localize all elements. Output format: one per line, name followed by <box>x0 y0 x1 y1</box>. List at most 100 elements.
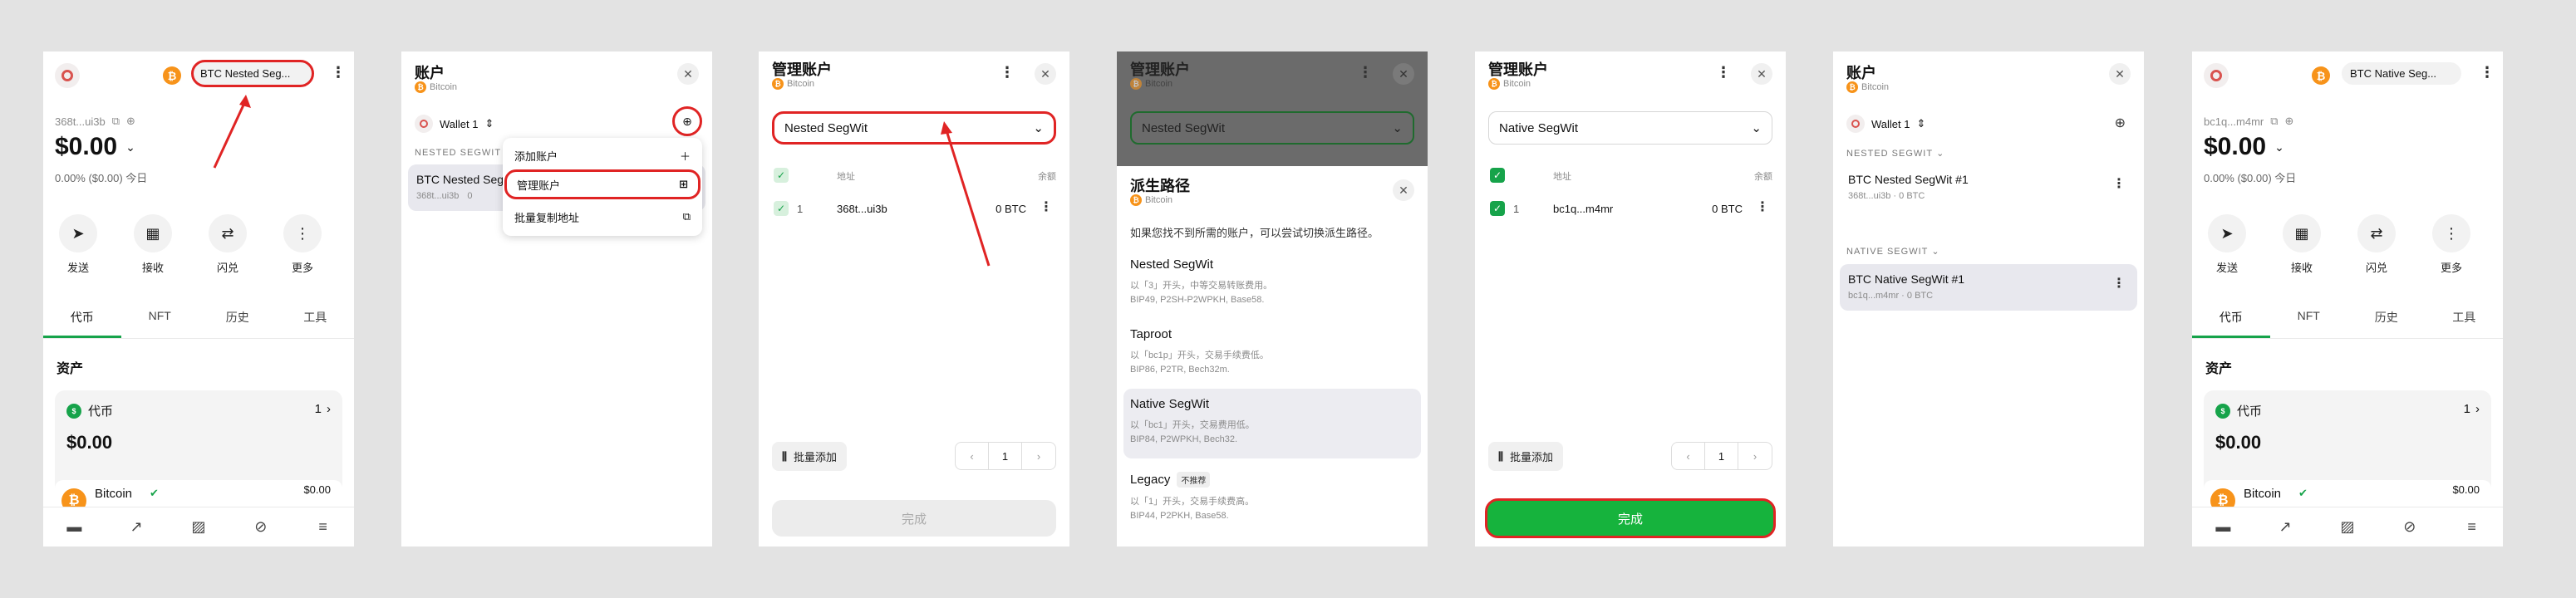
close-button[interactable]: ✕ <box>2109 63 2131 85</box>
close-button[interactable]: ✕ <box>1751 63 1772 85</box>
account-selector[interactable]: BTC Native Seg... <box>2342 62 2461 85</box>
address-text: bc1q...m4mr <box>2204 115 2264 128</box>
derivation-path-value: Native SegWit <box>1499 120 1579 135</box>
chevron-down-icon: ⌄ <box>1936 149 1945 159</box>
wallet-selector[interactable]: Wallet 1 ⇕ <box>1846 115 1925 133</box>
bottom-nav: ▬ ↗ ▨ ⊘ ≡ <box>43 507 354 547</box>
more-menu-icon[interactable]: ⋮ <box>2480 65 2495 80</box>
next-page-button[interactable]: › <box>1022 443 1055 469</box>
chevron-right-icon[interactable]: › <box>327 402 331 416</box>
tab-nft[interactable]: NFT <box>2270 301 2348 338</box>
globe-icon[interactable]: ⊕ <box>2285 115 2294 128</box>
more-menu-icon[interactable]: ⋮ <box>331 65 346 80</box>
chevron-right-icon[interactable]: › <box>2475 402 2480 416</box>
row-balance: 0 BTC <box>995 203 1026 215</box>
copy-icon[interactable]: ⧉ <box>2270 115 2278 128</box>
wallet-nav-icon[interactable]: ▬ <box>65 518 83 537</box>
send-button[interactable]: ➤ 发送 <box>55 214 101 275</box>
account-more-icon[interactable]: ⋮ <box>2112 277 2126 291</box>
more-menu-icon[interactable]: ⋮ <box>1000 65 1015 80</box>
receive-button[interactable]: ▦ 接收 <box>2279 214 2325 275</box>
swap-button[interactable]: ⇄ 闪兑 <box>2353 214 2400 275</box>
copy-icon[interactable]: ⧉ <box>112 115 120 128</box>
option-native-segwit[interactable]: Native SegWit 以「bc1」开头，交易费用低。 BIP84, P2W… <box>1123 389 1421 458</box>
more-button[interactable]: ⋮ 更多 <box>279 214 326 275</box>
option-legacy[interactable]: Legacy 不推荐 以「1」开头，交易手续费高。 BIP44, P2PKH, … <box>1123 463 1421 530</box>
batch-add-button[interactable]: ⫼ 批量添加 <box>772 442 847 471</box>
tab-history[interactable]: 历史 <box>2347 301 2426 338</box>
tab-tokens[interactable]: 代币 <box>43 301 121 338</box>
add-account-icon[interactable]: ⊕ <box>2115 115 2126 131</box>
receive-button[interactable]: ▦ 接收 <box>130 214 176 275</box>
done-button[interactable]: 完成 <box>1485 498 1776 538</box>
wallet-avatar[interactable] <box>2204 63 2229 88</box>
compass-nav-icon[interactable]: ⊘ <box>2401 518 2419 537</box>
swap-button[interactable]: ⇄ 闪兑 <box>204 214 251 275</box>
derivation-path-select[interactable]: Nested SegWit ⌄ <box>772 111 1056 145</box>
wallet-nav-icon[interactable]: ▬ <box>2214 518 2232 537</box>
select-all-checkbox[interactable]: ✓ <box>1490 168 1505 183</box>
image-nav-icon[interactable]: ▨ <box>189 518 208 537</box>
option-nested-segwit[interactable]: Nested SegWit 以「3」开头，中等交易转账费用。 BIP49, P2… <box>1123 249 1421 314</box>
image-nav-icon[interactable]: ▨ <box>2338 518 2357 537</box>
token-row[interactable]: ₿ Bitcoin ✔ $0.00 <box>55 480 342 513</box>
next-page-button[interactable]: › <box>1738 443 1772 469</box>
row-more-icon[interactable]: ⋮ <box>1040 201 1053 214</box>
more-button[interactable]: ⋮ 更多 <box>2428 214 2475 275</box>
menu-item-add-account[interactable]: 添加账户＋ <box>503 143 702 168</box>
send-button[interactable]: ➤ 发送 <box>2204 214 2250 275</box>
compass-nav-icon[interactable]: ⊘ <box>252 518 270 537</box>
token-card[interactable]: $ 代币 1 › $0.00 ₿ Bitcoin ✔ $0.00 <box>55 390 342 513</box>
network-label: Bitcoin <box>1861 82 1890 92</box>
chart-nav-icon[interactable]: ↗ <box>127 518 145 537</box>
done-button[interactable]: 完成 <box>772 500 1056 537</box>
select-all-checkbox[interactable]: ✓ <box>774 168 789 183</box>
prev-page-button[interactable]: ‹ <box>1672 443 1705 469</box>
derivation-path-select[interactable]: Native SegWit ⌄ <box>1488 111 1772 145</box>
list-nav-icon[interactable]: ≡ <box>2463 518 2481 537</box>
account-name: BTC Nested SegWit #1 <box>1848 173 1969 186</box>
option-taproot[interactable]: Taproot 以「bc1p」开头，交易手续费低。 BIP86, P2TR, B… <box>1123 319 1421 384</box>
screen-wallet-home-nested: ₿ BTC Nested Seg... ⋮ 368t...ui3b ⧉ ⊕ $0… <box>43 51 354 547</box>
bottom-sheet: 派生路径 ₿ Bitcoin ✕ 如果您找不到所需的账户，可以尝试切换派生路径。… <box>1117 166 1428 547</box>
balance-row: $0.00 ⌄ <box>2204 133 2284 161</box>
bottom-nav: ▬ ↗ ▨ ⊘ ≡ <box>2192 507 2503 547</box>
more-menu-icon[interactable]: ⋮ <box>1716 65 1731 80</box>
row-checkbox[interactable]: ✓ <box>1490 201 1505 216</box>
account-more-icon[interactable]: ⋮ <box>2112 178 2126 191</box>
tab-nft[interactable]: NFT <box>121 301 199 338</box>
avatar-icon <box>61 70 73 81</box>
account-row-native[interactable]: BTC Native SegWit #1 bc1q...m4mr · 0 BTC… <box>1840 264 2137 311</box>
token-card[interactable]: $ 代币 1 › $0.00 ₿ Bitcoin ✔ $0.00 <box>2204 390 2491 513</box>
wallet-selector[interactable]: Wallet 1 ⇕ <box>415 115 494 133</box>
list-nav-icon[interactable]: ≡ <box>314 518 332 537</box>
close-button[interactable]: ✕ <box>1393 179 1414 201</box>
chevron-down-icon[interactable]: ⌄ <box>2274 140 2284 154</box>
balance-row: $0.00 ⌄ <box>55 133 135 161</box>
tab-tools[interactable]: 工具 <box>277 301 355 338</box>
close-button[interactable]: ✕ <box>677 63 699 85</box>
token-row[interactable]: ₿ Bitcoin ✔ $0.00 <box>2204 480 2491 513</box>
row-checkbox[interactable]: ✓ <box>774 201 789 216</box>
prev-page-button[interactable]: ‹ <box>956 443 989 469</box>
add-account-button[interactable]: ⊕ <box>672 106 702 136</box>
account-selector[interactable]: BTC Nested Seg... <box>191 60 314 87</box>
section-nested-segwit[interactable]: NESTED SEGWIT ⌄ <box>1846 148 1944 159</box>
close-button[interactable]: ✕ <box>1035 63 1056 85</box>
menu-item-batch-copy[interactable]: 批量复制地址 ⧉ <box>503 204 702 229</box>
tab-tokens[interactable]: 代币 <box>2192 301 2270 338</box>
globe-icon[interactable]: ⊕ <box>126 115 135 128</box>
row-more-icon[interactable]: ⋮ <box>1756 201 1769 214</box>
tab-tools[interactable]: 工具 <box>2426 301 2504 338</box>
wallet-avatar[interactable] <box>55 63 80 88</box>
section-native-segwit[interactable]: NATIVE SEGWIT ⌄ <box>1846 246 1940 257</box>
tab-history[interactable]: 历史 <box>199 301 277 338</box>
chart-nav-icon[interactable]: ↗ <box>2276 518 2294 537</box>
token-card-title: 代币 <box>88 404 114 419</box>
batch-add-button[interactable]: ⫼ 批量添加 <box>1488 442 1563 471</box>
wallet-avatar <box>1846 115 1865 133</box>
menu-item-manage-accounts[interactable]: 管理账户 ⊞ <box>504 169 701 199</box>
chevron-down-icon[interactable]: ⌄ <box>125 140 135 154</box>
account-row-nested[interactable]: BTC Nested SegWit #1 368t...ui3b · 0 BTC… <box>1840 164 2137 211</box>
assets-heading: 资产 <box>57 362 84 376</box>
